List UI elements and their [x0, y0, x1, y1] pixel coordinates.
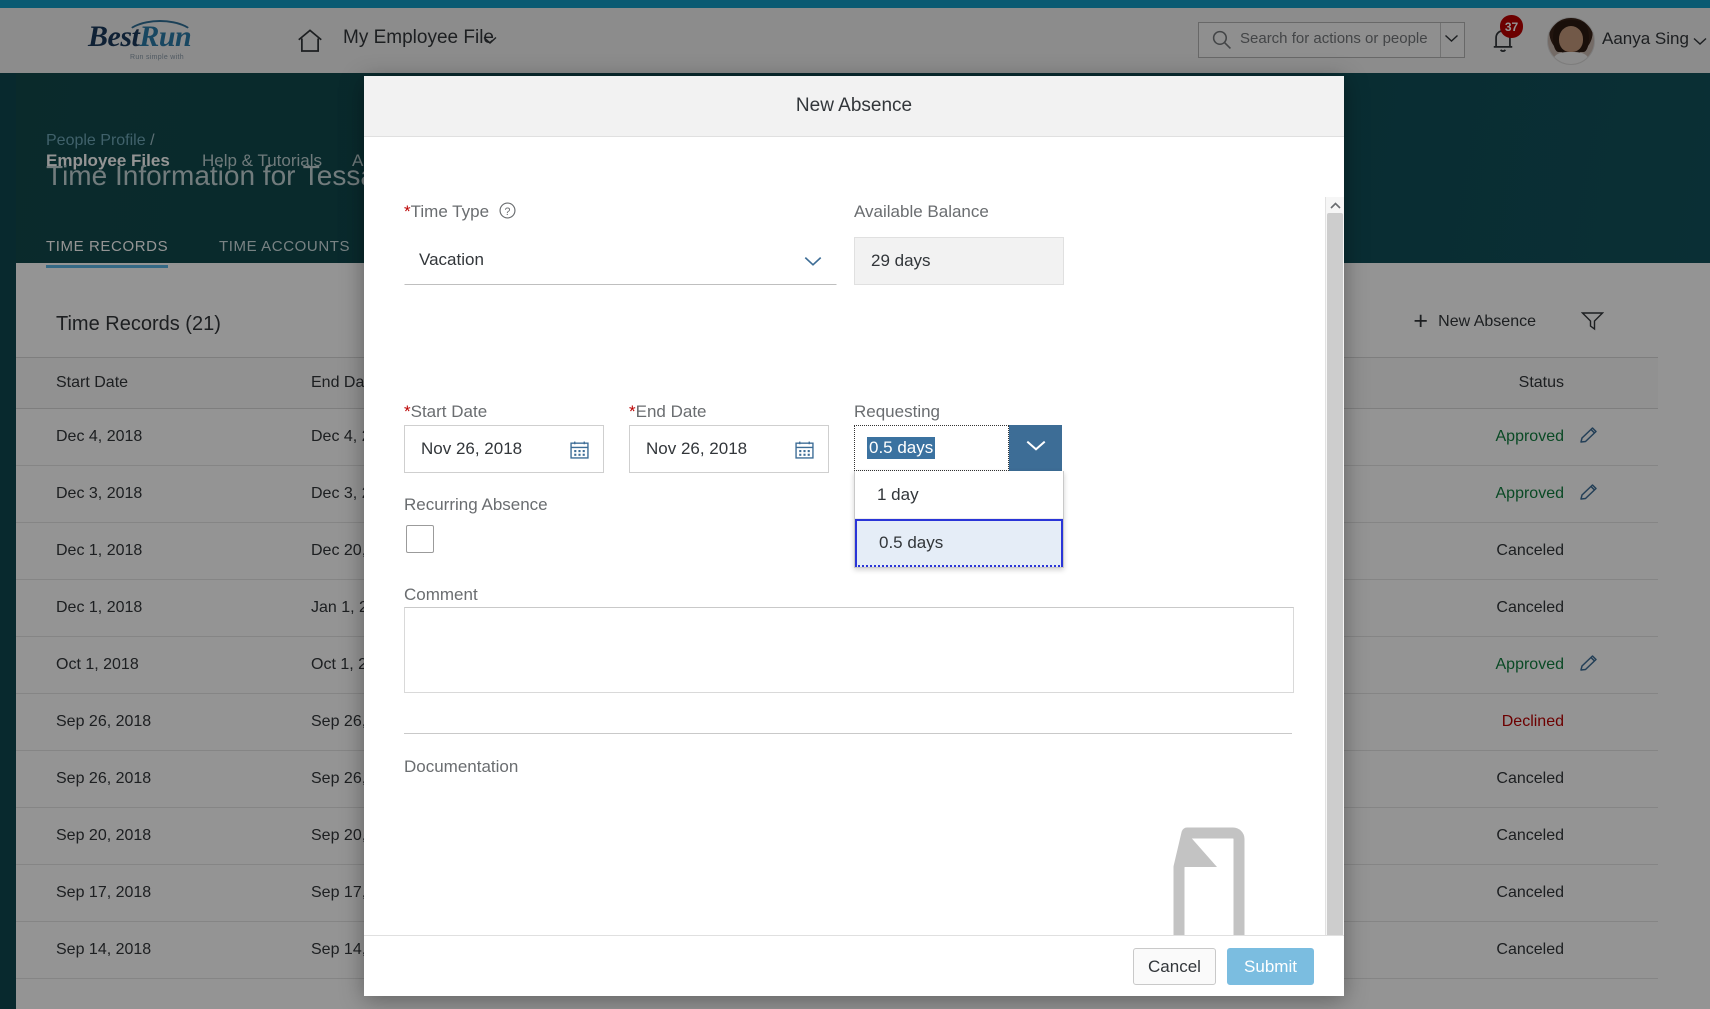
requesting-value: 0.5 days [867, 437, 936, 459]
svg-text:?: ? [504, 206, 510, 218]
question-mark-icon[interactable]: ? [499, 202, 516, 224]
start-date-label-text: Start Date [410, 402, 488, 421]
dropdown-option-1-day[interactable]: 1 day [855, 471, 1063, 519]
recurring-absence-checkbox[interactable] [406, 525, 434, 553]
dropdown-option-05-days[interactable]: 0.5 days [855, 519, 1063, 567]
time-type-label: *Time Type ? [404, 202, 516, 224]
dialog-title: New Absence [795, 95, 913, 116]
start-date-input[interactable]: Nov 26, 2018 [404, 425, 604, 473]
chevron-down-icon[interactable] [804, 254, 822, 272]
end-date-value: Nov 26, 2018 [646, 439, 748, 458]
available-balance-label: Available Balance [854, 202, 989, 221]
time-type-label-text: Time Type [410, 202, 490, 221]
recurring-absence-label: Recurring Absence [404, 495, 548, 514]
calendar-icon[interactable] [795, 440, 814, 464]
scrollbar-thumb[interactable] [1327, 213, 1343, 935]
available-balance-value: 29 days [871, 251, 931, 270]
dialog-scrollbar[interactable] [1325, 197, 1344, 935]
required-marker: * [629, 402, 636, 421]
comment-textarea[interactable] [404, 607, 1294, 693]
requesting-dropdown-button[interactable] [1009, 425, 1062, 471]
top-accent-strip [0, 0, 1710, 8]
available-balance-value-box: 29 days [854, 237, 1064, 285]
dialog-footer: Cancel Submit [364, 935, 1344, 996]
dialog-body: *Time Type ? Vacation Available Balance … [364, 137, 1344, 935]
requesting-input[interactable]: 0.5 days [854, 425, 1009, 471]
cancel-button[interactable]: Cancel [1133, 948, 1216, 985]
chevron-down-icon [1026, 439, 1046, 457]
required-marker: * [404, 402, 411, 421]
requesting-dropdown-list: 1 day 0.5 days [854, 471, 1064, 568]
end-date-label-text: End Date [635, 402, 707, 421]
chevron-up-icon[interactable] [1326, 197, 1344, 213]
start-date-label: *Start Date [404, 402, 487, 422]
calendar-icon[interactable] [570, 440, 589, 464]
end-date-label: *End Date [629, 402, 707, 422]
documentation-label: Documentation [404, 757, 519, 776]
new-absence-dialog: New Absence *Time Type ? Vacation Availa… [364, 76, 1344, 996]
dialog-header: New Absence [364, 76, 1344, 137]
start-date-value: Nov 26, 2018 [421, 439, 523, 458]
end-date-input[interactable]: Nov 26, 2018 [629, 425, 829, 473]
documentation-divider [404, 733, 1292, 734]
document-icon [1159, 827, 1265, 935]
submit-button[interactable]: Submit [1227, 948, 1314, 985]
requesting-label: Requesting [854, 402, 941, 421]
time-type-value: Vacation [419, 250, 484, 269]
required-marker: * [404, 202, 411, 221]
comment-label: Comment [404, 585, 478, 604]
time-type-select[interactable]: Vacation [404, 237, 837, 285]
